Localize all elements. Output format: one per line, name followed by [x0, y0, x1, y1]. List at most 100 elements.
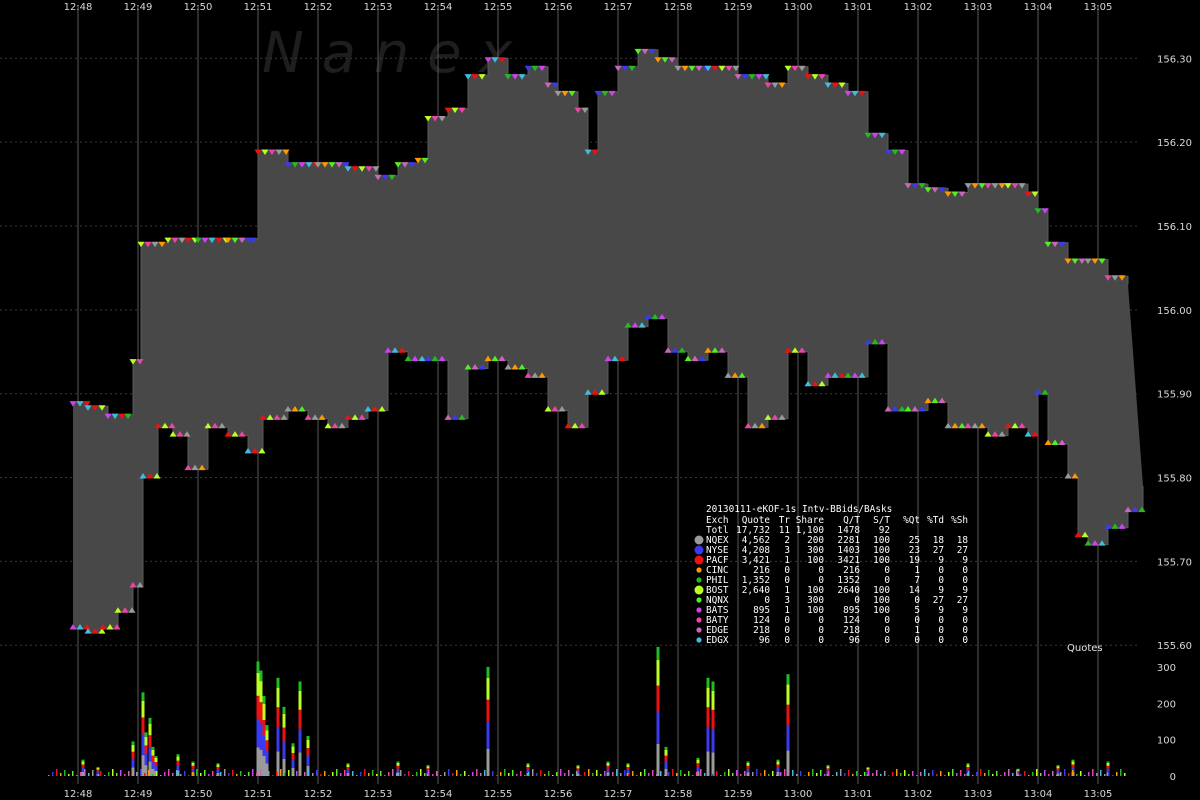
- legend-swatch: [696, 577, 702, 583]
- volume-tick: [256, 773, 258, 776]
- volume-bar: [826, 768, 830, 771]
- volume-tick: [420, 769, 422, 776]
- x-tick-label-bottom: 12:52: [304, 789, 333, 800]
- volume-tick: [408, 771, 410, 776]
- volume-bar: [776, 759, 780, 762]
- volume-tick: [940, 771, 942, 776]
- volume-tick: [840, 769, 842, 776]
- volume-tick: [1052, 771, 1054, 776]
- volume-bar: [96, 766, 100, 768]
- volume-bar: [298, 752, 302, 776]
- volume-tick: [788, 773, 790, 776]
- volume-tick: [1100, 770, 1102, 776]
- volume-tick: [976, 772, 978, 776]
- volume-tick: [332, 772, 334, 776]
- volume-bar: [276, 677, 280, 688]
- volume-tick: [328, 775, 330, 776]
- volume-tick-label: 100: [1157, 736, 1176, 747]
- volume-tick: [648, 773, 650, 776]
- volume-tick: [984, 773, 986, 776]
- volume-tick: [396, 773, 398, 776]
- volume-tick: [264, 774, 266, 776]
- volume-bar: [486, 666, 490, 678]
- volume-tick: [732, 773, 734, 776]
- volume-tick: [724, 772, 726, 776]
- volume-tick: [472, 772, 474, 776]
- volume-bar: [291, 753, 295, 760]
- volume-bar: [262, 756, 266, 776]
- volume-tick: [156, 771, 158, 776]
- volume-tick: [296, 771, 298, 776]
- volume-tick: [1024, 771, 1026, 776]
- volume-tick: [372, 770, 374, 776]
- volume-tick: [468, 775, 470, 776]
- volume-tick: [832, 775, 834, 776]
- volume-tick: [1076, 774, 1078, 776]
- volume-tick: [656, 774, 658, 776]
- volume-tick: [1116, 772, 1118, 776]
- volume-bar: [141, 717, 145, 735]
- volume-tick: [848, 770, 850, 776]
- volume-bar: [1071, 759, 1075, 762]
- volume-bar: [626, 767, 630, 770]
- volume-tick: [884, 771, 886, 776]
- volume-bar: [144, 754, 148, 766]
- volume-tick: [1104, 774, 1106, 776]
- volume-tick: [628, 774, 630, 776]
- volume-tick: [856, 771, 858, 776]
- volume-tick: [232, 770, 234, 776]
- x-tick-label-bottom: 13:02: [904, 789, 933, 800]
- volume-tick: [636, 775, 638, 776]
- volume-tick: [308, 769, 310, 776]
- volume-bar: [486, 721, 490, 749]
- volume-tick: [528, 772, 530, 776]
- volume-bar: [776, 767, 780, 772]
- volume-bar: [256, 718, 260, 748]
- volume-tick: [208, 774, 210, 776]
- volume-bar: [346, 767, 350, 770]
- legend-swatch: [694, 535, 704, 545]
- volume-tick: [440, 775, 442, 776]
- volume-bar: [826, 766, 830, 769]
- volume-tick: [192, 772, 194, 776]
- volume-tick: [572, 774, 574, 776]
- volume-tick: [236, 774, 238, 776]
- volume-tick: [560, 769, 562, 776]
- volume-bar: [151, 749, 155, 756]
- volume-tick: [796, 774, 798, 776]
- volume-bar: [306, 740, 310, 748]
- volume-tick: [684, 774, 686, 776]
- volume-tick: [64, 770, 66, 776]
- volume-bar: [291, 743, 295, 747]
- volume-tick: [916, 775, 918, 776]
- volume-tick: [276, 772, 278, 776]
- volume-bar: [144, 745, 148, 755]
- volume-tick: [444, 772, 446, 776]
- price-tick-label: 155.70: [1157, 557, 1192, 568]
- volume-tick: [168, 769, 170, 776]
- volume-tick: [808, 772, 810, 776]
- volume-bar: [396, 765, 400, 769]
- volume-tick: [280, 769, 282, 776]
- x-tick-label-top: 13:01: [844, 2, 873, 13]
- volume-tick: [508, 773, 510, 776]
- volume-bar: [96, 771, 100, 774]
- volume-bar: [282, 727, 286, 742]
- volume-bar: [148, 746, 152, 762]
- volume-bar: [191, 762, 195, 766]
- volume-bar: [96, 767, 100, 770]
- legend-row-cell: 0: [784, 635, 790, 646]
- volume-tick: [448, 769, 450, 776]
- volume-tick: [132, 775, 134, 776]
- volume-bar: [576, 765, 580, 767]
- volume-tick: [1008, 769, 1010, 776]
- volume-tick: [116, 773, 118, 776]
- volume-tick: [1044, 770, 1046, 776]
- volume-tick: [288, 770, 290, 776]
- x-tick-label-top: 13:04: [1024, 2, 1053, 13]
- volume-bar: [696, 759, 700, 764]
- x-tick-label-top: 12:48: [64, 2, 93, 13]
- volume-bar: [396, 761, 400, 763]
- price-tick-label: 156.20: [1157, 138, 1192, 149]
- volume-tick: [1016, 770, 1018, 776]
